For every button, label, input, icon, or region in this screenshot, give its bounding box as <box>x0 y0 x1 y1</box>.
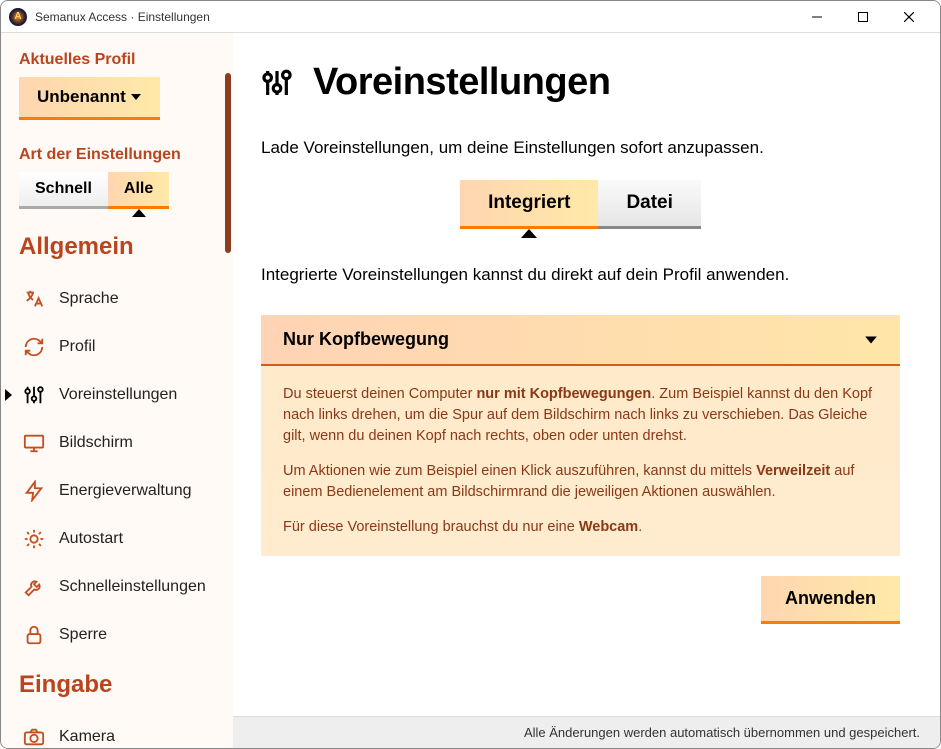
preset-description: Du steuerst deinen Computer nur mit Kopf… <box>261 366 900 556</box>
camera-icon <box>23 726 45 748</box>
sliders-icon <box>261 67 293 99</box>
sidebar-item-energie[interactable]: Energieverwaltung <box>19 467 221 515</box>
sidebar-item-label: Autostart <box>59 530 123 548</box>
window-title: Semanux Access · Einstellungen <box>35 10 794 24</box>
minimize-icon <box>812 12 822 22</box>
preset-selector[interactable]: Nur Kopfbewegung <box>261 315 900 366</box>
maximize-icon <box>858 12 868 22</box>
wrench-icon <box>23 576 45 598</box>
sidebar-item-bildschirm[interactable]: Bildschirm <box>19 419 221 467</box>
tab-datei[interactable]: Datei <box>598 180 700 229</box>
profile-selector[interactable]: Unbenannt <box>19 77 160 120</box>
text: Du steuerst deinen Computer <box>283 386 476 402</box>
settings-type-heading: Art der Einstellungen <box>19 146 221 164</box>
lock-icon <box>23 624 45 646</box>
sidebar-item-sperre[interactable]: Sperre <box>19 611 221 659</box>
intro-text: Lade Voreinstellungen, um deine Einstell… <box>261 138 900 158</box>
page-title: Voreinstellungen <box>313 61 610 104</box>
bolt-icon <box>23 480 45 502</box>
sidebar-item-voreinstellungen[interactable]: Voreinstellungen <box>19 371 221 419</box>
sidebar-item-label: Voreinstellungen <box>59 386 177 404</box>
preset-panel: Nur Kopfbewegung Du steuerst deinen Comp… <box>261 315 900 556</box>
sidebar-item-label: Schnelleinstellungen <box>59 578 206 596</box>
page-header: Voreinstellungen <box>261 61 900 104</box>
tab-alle[interactable]: Alle <box>108 172 169 209</box>
sun-icon <box>23 528 45 550</box>
sidebar-item-autostart[interactable]: Autostart <box>19 515 221 563</box>
apply-button[interactable]: Anwenden <box>761 576 900 624</box>
main-content: Voreinstellungen Lade Voreinstellungen, … <box>233 33 940 748</box>
sidebar: Aktuelles Profil Unbenannt Art der Einst… <box>1 33 233 748</box>
app-window: A Semanux Access · Einstellungen Aktuell… <box>0 0 941 749</box>
category-allgemein: Allgemein <box>19 233 221 261</box>
translate-icon <box>23 288 45 310</box>
app-icon: A <box>9 8 27 26</box>
text: Um Aktionen wie zum Beispiel einen Klick… <box>283 463 756 479</box>
preset-name: Nur Kopfbewegung <box>283 329 449 350</box>
text: . <box>638 519 642 535</box>
tab-integriert[interactable]: Integriert <box>460 180 598 229</box>
preset-source-tabs: Integriert Datei <box>261 180 900 229</box>
integrated-description: Integrierte Voreinstellungen kannst du d… <box>261 265 900 285</box>
sidebar-item-label: Profil <box>59 338 95 356</box>
sidebar-item-label: Sperre <box>59 626 107 644</box>
sidebar-item-label: Bildschirm <box>59 434 133 452</box>
sidebar-item-profil[interactable]: Profil <box>19 323 221 371</box>
titlebar: A Semanux Access · Einstellungen <box>1 1 940 33</box>
refresh-icon <box>23 336 45 358</box>
text-bold: Verweilzeit <box>756 463 830 479</box>
minimize-button[interactable] <box>794 1 840 33</box>
sidebar-item-kamera[interactable]: Kamera <box>19 713 221 748</box>
chevron-down-icon <box>130 91 142 103</box>
tab-schnell[interactable]: Schnell <box>19 172 108 209</box>
sidebar-item-label: Energieverwaltung <box>59 482 192 500</box>
settings-type-tabs: Schnell Alle <box>19 172 221 209</box>
profile-heading: Aktuelles Profil <box>19 51 221 69</box>
profile-name: Unbenannt <box>37 87 126 107</box>
text-bold: Webcam <box>579 519 638 535</box>
sidebar-item-sprache[interactable]: Sprache <box>19 275 221 323</box>
monitor-icon <box>23 432 45 454</box>
category-eingabe: Eingabe <box>19 671 221 699</box>
sidebar-item-schnelleinstellungen[interactable]: Schnelleinstellungen <box>19 563 221 611</box>
text: Für diese Voreinstellung brauchst du nur… <box>283 519 579 535</box>
sliders-icon <box>23 384 45 406</box>
close-button[interactable] <box>886 1 932 33</box>
footer-status: Alle Änderungen werden automatisch übern… <box>233 716 940 748</box>
text-bold: nur mit Kopfbewegungen <box>476 386 651 402</box>
sidebar-item-label: Kamera <box>59 728 115 746</box>
maximize-button[interactable] <box>840 1 886 33</box>
sidebar-item-label: Sprache <box>59 290 119 308</box>
close-icon <box>904 12 914 22</box>
sidebar-scrollbar[interactable] <box>225 73 231 253</box>
chevron-down-icon <box>864 333 878 347</box>
